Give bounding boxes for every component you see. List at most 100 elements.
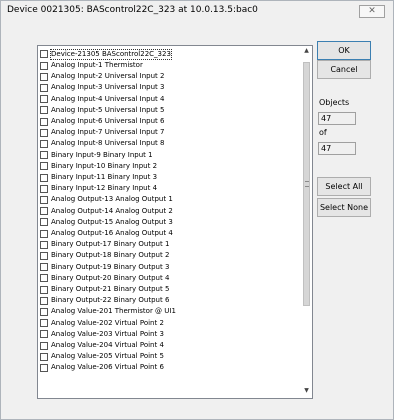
object-checkbox[interactable]: [40, 263, 48, 272]
object-label: Binary Output-22 Binary Output 6: [51, 296, 170, 305]
object-checkbox[interactable]: [40, 352, 48, 361]
object-label: Analog Input-3 Universal Input 3: [51, 83, 165, 92]
object-list-item[interactable]: Binary Output-20 Binary Output 4: [40, 273, 169, 284]
object-checkbox[interactable]: [40, 285, 48, 294]
scrollbar-grip-icon: [305, 181, 309, 187]
object-list-item[interactable]: Analog Value-205 Virtual Point 5: [40, 351, 164, 362]
object-label: Analog Output-14 Analog Output 2: [51, 206, 173, 215]
object-list-item[interactable]: Binary Output-19 Binary Output 3: [40, 262, 169, 273]
object-label: Analog Input-8 Universal Input 8: [51, 139, 165, 148]
object-list-item[interactable]: Analog Value-202 Virtual Point 2: [40, 318, 164, 329]
object-label: Analog Output-15 Analog Output 3: [51, 217, 173, 226]
object-checkbox[interactable]: [40, 240, 48, 249]
object-list-item[interactable]: Analog Value-201 Thermistor @ UI1: [40, 307, 176, 318]
object-label: Analog Input-1 Thermistor: [51, 61, 143, 70]
object-list-item[interactable]: Binary Output-17 Binary Output 1: [40, 239, 169, 250]
close-icon: ✕: [368, 6, 376, 16]
object-checkbox[interactable]: [40, 274, 48, 283]
scroll-down-arrow-icon[interactable]: ▼: [301, 386, 312, 396]
object-checkbox[interactable]: [40, 184, 48, 193]
object-list-item[interactable]: Analog Output-15 Analog Output 3: [40, 217, 173, 228]
object-list-item[interactable]: Binary Output-22 Binary Output 6: [40, 295, 169, 306]
object-label: Binary Input-11 Binary Input 3: [51, 173, 158, 182]
object-list-item[interactable]: Binary Input-10 Binary Input 2: [40, 161, 157, 172]
object-checkbox[interactable]: [40, 83, 48, 92]
title-bar: Device 0021305: BAScontrol22C_323 at 10.…: [1, 1, 393, 21]
vertical-scrollbar[interactable]: ▲ ▼: [301, 46, 312, 398]
object-label: Binary Output-19 Binary Output 3: [51, 262, 170, 271]
scrollbar-thumb[interactable]: [303, 62, 310, 306]
object-checkbox[interactable]: [40, 363, 48, 372]
object-checkbox[interactable]: [40, 173, 48, 182]
object-list-item[interactable]: Analog Input-4 Universal Input 4: [40, 94, 164, 105]
object-checkbox[interactable]: [40, 330, 48, 339]
object-label: Analog Input-6 Universal Input 6: [51, 117, 165, 126]
object-list-item[interactable]: Analog Input-6 Universal Input 6: [40, 116, 164, 127]
object-label: Analog Input-5 Universal Input 5: [51, 105, 165, 114]
object-checkbox[interactable]: [40, 162, 48, 171]
object-label: Binary Output-17 Binary Output 1: [51, 240, 170, 249]
object-label: Analog Value-205 Virtual Point 5: [51, 352, 164, 361]
object-label: Analog Value-203 Virtual Point 3: [51, 329, 164, 338]
object-checkbox[interactable]: [40, 128, 48, 137]
object-list-item[interactable]: Analog Output-16 Analog Output 4: [40, 228, 173, 239]
object-checkbox[interactable]: [40, 72, 48, 81]
object-list-item[interactable]: Binary Output-21 Binary Output 5: [40, 284, 169, 295]
object-checkbox[interactable]: [40, 95, 48, 104]
object-label: Analog Value-206 Virtual Point 6: [51, 363, 164, 372]
total-count-field: 47: [318, 142, 356, 155]
close-button[interactable]: ✕: [359, 5, 385, 18]
object-list-item[interactable]: Binary Input-9 Binary Input 1: [40, 150, 153, 161]
cancel-button[interactable]: Cancel: [317, 60, 371, 79]
object-label: Binary Output-20 Binary Output 4: [51, 273, 170, 282]
object-checkbox[interactable]: [40, 61, 48, 70]
object-list-item[interactable]: Analog Output-14 Analog Output 2: [40, 206, 173, 217]
object-label: Binary Input-12 Binary Input 4: [51, 184, 158, 193]
object-list-item[interactable]: Analog Input-7 Universal Input 7: [40, 127, 164, 138]
object-label: Analog Value-204 Virtual Point 4: [51, 341, 164, 350]
object-list-item[interactable]: Device-21305 BAScontrol22C_323: [40, 48, 172, 60]
object-list-item[interactable]: Analog Input-5 Universal Input 5: [40, 105, 164, 116]
selected-count-field: 47: [318, 112, 356, 125]
object-label: Analog Input-4 Universal Input 4: [51, 94, 165, 103]
object-checkbox[interactable]: [40, 151, 48, 160]
window-title: Device 0021305: BAScontrol22C_323 at 10.…: [7, 5, 258, 15]
object-checkbox[interactable]: [40, 117, 48, 126]
object-checkbox[interactable]: [40, 106, 48, 115]
object-list-item[interactable]: Binary Output-18 Binary Output 2: [40, 251, 169, 262]
object-checkbox[interactable]: [40, 319, 48, 328]
object-list-items: Device-21305 BAScontrol22C_323 Analog Inp…: [38, 46, 301, 398]
object-checkbox[interactable]: [40, 251, 48, 260]
object-checkbox[interactable]: [40, 307, 48, 316]
object-list-item[interactable]: Analog Input-8 Universal Input 8: [40, 139, 164, 150]
object-list-item[interactable]: Analog Input-2 Universal Input 2: [40, 71, 164, 82]
object-checkbox[interactable]: [40, 50, 48, 59]
ok-button[interactable]: OK: [317, 41, 371, 60]
object-checkbox[interactable]: [40, 139, 48, 148]
object-checkbox[interactable]: [40, 195, 48, 204]
object-label: Binary Output-21 Binary Output 5: [51, 285, 170, 294]
select-all-button[interactable]: Select All: [317, 177, 371, 196]
object-list-item[interactable]: Binary Input-12 Binary Input 4: [40, 183, 157, 194]
object-checkbox[interactable]: [40, 207, 48, 216]
object-checklist[interactable]: Device-21305 BAScontrol22C_323 Analog Inp…: [37, 45, 313, 399]
object-label: Analog Output-16 Analog Output 4: [51, 229, 173, 238]
object-checkbox[interactable]: [40, 296, 48, 305]
object-label: Binary Output-18 Binary Output 2: [51, 251, 170, 260]
object-list-item[interactable]: Analog Output-13 Analog Output 1: [40, 195, 173, 206]
object-label: Binary Input-9 Binary Input 1: [51, 150, 153, 159]
object-label: Binary Input-10 Binary Input 2: [51, 161, 158, 170]
objects-label: Objects: [319, 98, 350, 107]
object-checkbox[interactable]: [40, 341, 48, 350]
object-checkbox[interactable]: [40, 218, 48, 227]
object-list-item[interactable]: Analog Input-1 Thermistor: [40, 60, 143, 71]
object-list-item[interactable]: Analog Value-204 Virtual Point 4: [40, 340, 164, 351]
object-label: Analog Output-13 Analog Output 1: [51, 195, 173, 204]
object-checkbox[interactable]: [40, 229, 48, 238]
object-list-item[interactable]: Analog Value-206 Virtual Point 6: [40, 363, 164, 374]
select-none-button[interactable]: Select None: [317, 198, 371, 217]
object-list-item[interactable]: Analog Input-3 Universal Input 3: [40, 83, 164, 94]
object-list-item[interactable]: Binary Input-11 Binary Input 3: [40, 172, 157, 183]
object-list-item[interactable]: Analog Value-203 Virtual Point 3: [40, 329, 164, 340]
scroll-up-arrow-icon[interactable]: ▲: [301, 46, 312, 56]
